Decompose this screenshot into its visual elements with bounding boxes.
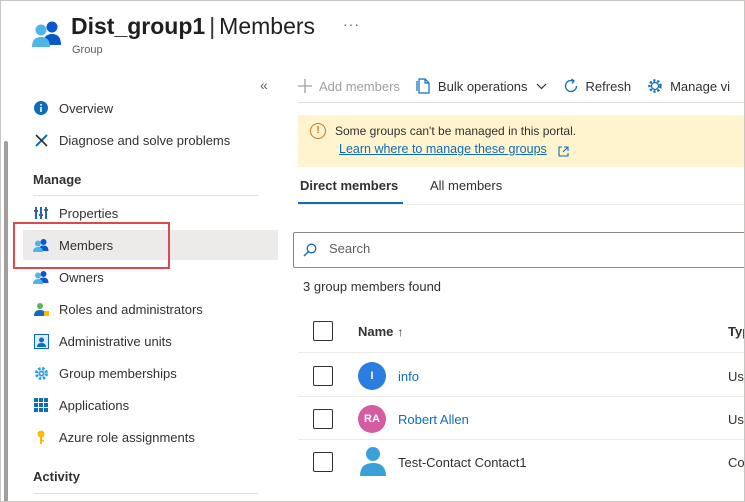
sidebar-item-roles[interactable]: Roles and administrators bbox=[23, 294, 278, 324]
portal-frame: Dist_group1 | Members ··· Group « Overview… bbox=[0, 0, 745, 502]
select-all-checkbox[interactable] bbox=[313, 321, 333, 341]
tabs-divider bbox=[298, 204, 744, 205]
row-divider bbox=[298, 439, 744, 440]
admin-units-icon bbox=[33, 333, 49, 349]
title-separator: | bbox=[209, 13, 216, 39]
owners-icon bbox=[33, 269, 49, 285]
sidebar-item-label: Owners bbox=[59, 269, 104, 285]
sidebar-item-admin-units[interactable]: Administrative units bbox=[23, 326, 278, 356]
sidebar-item-overview[interactable]: Overview bbox=[23, 93, 278, 123]
tab-direct-members[interactable]: Direct members bbox=[300, 178, 398, 193]
sidebar-item-label: Properties bbox=[59, 205, 119, 221]
row-checkbox[interactable] bbox=[313, 409, 333, 429]
add-members-label: Add members bbox=[319, 78, 400, 94]
sidebar-item-label: Overview bbox=[59, 100, 114, 116]
results-count: 3 group members found bbox=[303, 279, 442, 294]
header-divider bbox=[298, 352, 744, 353]
warning-icon: ! bbox=[310, 123, 326, 139]
sidebar-item-label: Administrative units bbox=[59, 333, 172, 349]
page-header: Dist_group1 | Members ··· Group bbox=[1, 1, 744, 71]
bulk-operations-label: Bulk operations bbox=[437, 78, 528, 94]
info-icon bbox=[33, 100, 49, 116]
gear-icon bbox=[647, 78, 663, 94]
plus-icon bbox=[298, 79, 312, 93]
manage-heading: Manage bbox=[33, 172, 82, 187]
refresh-button[interactable]: Refresh bbox=[563, 78, 632, 94]
refresh-icon bbox=[563, 78, 579, 94]
activity-divider bbox=[33, 493, 258, 494]
banner-link[interactable]: Learn where to manage these groups bbox=[339, 142, 547, 156]
info-banner: ! Some groups can't be managed in this p… bbox=[298, 115, 744, 167]
column-header-type[interactable]: Typ bbox=[728, 324, 744, 339]
search-input[interactable] bbox=[329, 241, 709, 256]
sidebar-item-label: Group memberships bbox=[59, 365, 177, 381]
member-type: Co bbox=[728, 455, 745, 470]
row-checkbox[interactable] bbox=[313, 452, 333, 472]
member-type: Use bbox=[728, 412, 744, 427]
section-name: Members bbox=[219, 13, 316, 39]
refresh-label: Refresh bbox=[585, 78, 632, 94]
key-icon bbox=[33, 429, 49, 445]
manage-view-button[interactable]: Manage vi bbox=[647, 78, 730, 94]
properties-icon bbox=[33, 205, 49, 221]
sidebar-item-group-memberships[interactable]: Group memberships bbox=[23, 358, 278, 388]
search-icon bbox=[303, 243, 317, 262]
column-name-label: Name bbox=[358, 324, 394, 339]
sidebar-item-azure-roles[interactable]: Azure role assignments bbox=[23, 422, 278, 452]
roles-icon bbox=[33, 301, 49, 317]
chevron-down-icon bbox=[536, 83, 547, 90]
sidebar-item-diagnose[interactable]: Diagnose and solve problems bbox=[23, 125, 278, 155]
members-highlight-box bbox=[13, 222, 170, 269]
page-subtitle: Group bbox=[72, 44, 103, 56]
external-link-icon[interactable] bbox=[558, 144, 569, 162]
bulk-document-icon bbox=[416, 78, 431, 94]
command-bar: Add members Bulk operations Refresh Mana… bbox=[298, 71, 744, 101]
sidebar-item-label: Diagnose and solve problems bbox=[59, 132, 231, 148]
column-header-name[interactable]: Name ↑ bbox=[358, 324, 403, 339]
member-name: Test-Contact Contact1 bbox=[398, 455, 527, 470]
group-icon bbox=[32, 21, 61, 47]
tab-all-members[interactable]: All members bbox=[430, 178, 502, 193]
gear-icon bbox=[33, 365, 49, 381]
sidebar-item-label: Applications bbox=[59, 397, 130, 413]
avatar: RA bbox=[358, 405, 386, 433]
banner-message: Some groups can't be managed in this por… bbox=[335, 124, 577, 138]
applications-icon bbox=[33, 397, 49, 413]
toolbar-divider bbox=[298, 102, 744, 103]
sidebar-scrollbar[interactable] bbox=[4, 141, 8, 501]
member-name-link[interactable]: Robert Allen bbox=[398, 412, 469, 427]
manage-view-label: Manage vi bbox=[670, 78, 731, 94]
sidebar-item-label: Azure role assignments bbox=[59, 429, 195, 445]
sort-ascending-icon: ↑ bbox=[397, 325, 404, 339]
row-checkbox[interactable] bbox=[313, 366, 333, 386]
page-title: Dist_group1 | Members bbox=[71, 13, 315, 40]
activity-heading: Activity bbox=[33, 469, 80, 484]
manage-divider bbox=[33, 195, 258, 196]
member-name-link[interactable]: info bbox=[398, 369, 419, 384]
avatar: I bbox=[358, 362, 386, 390]
member-type: Use bbox=[728, 369, 744, 384]
sidebar-item-label: Roles and administrators bbox=[59, 301, 203, 317]
active-tab-indicator bbox=[298, 202, 403, 204]
row-divider bbox=[298, 396, 744, 397]
wrench-icon bbox=[33, 132, 49, 148]
collapse-sidebar-icon[interactable]: « bbox=[260, 77, 268, 93]
search-box bbox=[293, 232, 744, 268]
more-options-icon[interactable]: ··· bbox=[343, 16, 360, 32]
bulk-operations-button[interactable]: Bulk operations bbox=[416, 78, 547, 94]
contact-avatar-icon bbox=[360, 447, 386, 476]
group-name: Dist_group1 bbox=[71, 13, 206, 39]
add-members-button[interactable]: Add members bbox=[298, 79, 400, 94]
sidebar-item-applications[interactable]: Applications bbox=[23, 390, 278, 420]
